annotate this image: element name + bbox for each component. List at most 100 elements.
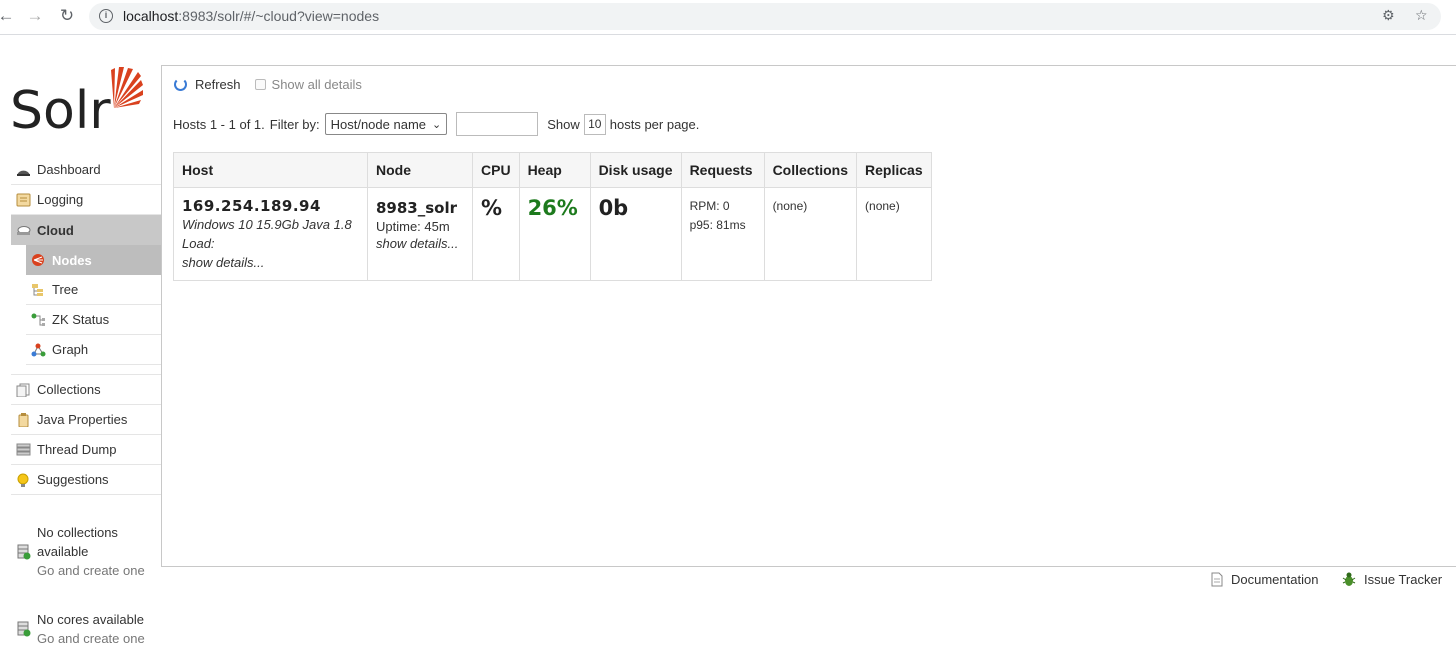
sidebar-item-logging[interactable]: Logging bbox=[11, 185, 161, 215]
node-uptime: Uptime: 45m bbox=[376, 219, 450, 234]
collections-cell: (none) bbox=[763, 187, 858, 281]
sidebar-item-label: Suggestions bbox=[37, 472, 109, 487]
replicas-cell: (none) bbox=[856, 187, 932, 281]
sidebar-item-label: Logging bbox=[37, 192, 84, 207]
reload-icon[interactable]: ↻ bbox=[55, 4, 79, 28]
table-row: 169.254.189.94 Windows 10 15.9Gb Java 1.… bbox=[173, 187, 932, 281]
sidebar-item-cloud[interactable]: Cloud bbox=[11, 215, 161, 245]
logging-icon bbox=[16, 193, 31, 207]
heap-cell: 26% bbox=[518, 187, 591, 281]
nodes-toolbar: Refresh Show all details bbox=[174, 77, 362, 92]
requests-rpm: RPM: 0 bbox=[689, 199, 730, 213]
show-label: Show bbox=[547, 116, 580, 132]
sidebar-item-label: Thread Dump bbox=[37, 442, 117, 457]
refresh-icon[interactable] bbox=[174, 78, 187, 91]
create-core-link[interactable]: Go and create one bbox=[37, 629, 161, 648]
sidebar-item-nodes[interactable]: Nodes bbox=[26, 245, 161, 275]
column-header-cpu: CPU bbox=[472, 152, 520, 188]
graph-icon bbox=[31, 343, 46, 357]
hosts-count: Hosts 1 - 1 of 1. bbox=[173, 116, 265, 132]
cpu-cell: % bbox=[472, 187, 520, 281]
url-text[interactable]: localhost:8983/solr/#/~cloud?view=nodes bbox=[123, 8, 379, 24]
sidebar-item-label: Nodes bbox=[52, 252, 92, 268]
sidebar-divider bbox=[11, 365, 161, 375]
hosts-per-page-input[interactable]: 10 bbox=[583, 113, 606, 135]
sidebar-item-label: Collections bbox=[37, 382, 101, 397]
back-icon[interactable]: ← bbox=[0, 4, 18, 28]
forward-icon[interactable]: → bbox=[23, 4, 47, 28]
column-header-host: Host bbox=[173, 152, 368, 188]
column-header-heap: Heap bbox=[518, 152, 591, 188]
no-cores-block: No cores available Go and create one bbox=[11, 610, 161, 648]
filter-type-select[interactable]: Host/node name ⌄ bbox=[324, 113, 448, 135]
column-header-replicas: Replicas bbox=[856, 152, 932, 188]
host-os: Windows 10 15.9Gb Java 1.8 bbox=[182, 217, 352, 232]
cpu-value: % bbox=[481, 196, 503, 220]
refresh-button[interactable]: Refresh bbox=[195, 77, 241, 92]
solr-logo[interactable]: Solr bbox=[10, 64, 145, 141]
sidebar-item-dashboard[interactable]: Dashboard bbox=[11, 155, 161, 185]
bookmark-star-icon[interactable]: ☆ bbox=[1415, 7, 1428, 24]
sidebar: Dashboard Logging Cloud Nodes Tree ZK St… bbox=[11, 155, 161, 495]
dashboard-icon bbox=[16, 163, 31, 177]
filter-by-label: Filter by: bbox=[269, 116, 320, 132]
disk-cell: 0b bbox=[589, 187, 682, 281]
no-cores-text: No cores available bbox=[37, 612, 144, 627]
node-show-details-link[interactable]: show details... bbox=[376, 236, 464, 251]
no-collections-text: No collections bbox=[37, 525, 118, 540]
host-load: Load: bbox=[182, 236, 215, 251]
filter-bar: Hosts 1 - 1 of 1. Filter by: Host/node n… bbox=[173, 112, 699, 136]
host-cell: 169.254.189.94 Windows 10 15.9Gb Java 1.… bbox=[173, 187, 368, 281]
url-host: localhost bbox=[123, 8, 179, 24]
cloud-submenu: Nodes Tree ZK Status Graph bbox=[26, 245, 161, 365]
filter-type-value: Host/node name bbox=[330, 116, 427, 132]
sidebar-item-graph[interactable]: Graph bbox=[26, 335, 161, 365]
browser-toolbar: ← → ↻ i localhost:8983/solr/#/~cloud?vie… bbox=[0, 0, 1456, 35]
requests-p95: p95: 81ms bbox=[689, 218, 746, 232]
info-icon[interactable]: i bbox=[99, 9, 113, 23]
documentation-link[interactable]: Documentation bbox=[1211, 572, 1318, 587]
show-all-details-label[interactable]: Show all details bbox=[272, 77, 362, 92]
host-show-details-link[interactable]: show details... bbox=[182, 253, 359, 272]
chevron-down-icon: ⌄ bbox=[432, 118, 442, 131]
column-header-disk-usage: Disk usage bbox=[589, 152, 682, 188]
sidebar-item-collections[interactable]: Collections bbox=[11, 375, 161, 405]
column-header-requests: Requests bbox=[680, 152, 765, 188]
host-ip: 169.254.189.94 bbox=[182, 197, 321, 215]
nodes-table: Host Node CPU Heap Disk usage Requests C… bbox=[173, 152, 932, 281]
table-header-row: Host Node CPU Heap Disk usage Requests C… bbox=[173, 152, 932, 188]
no-collections-text-2: available bbox=[37, 544, 89, 559]
bug-icon bbox=[1342, 572, 1356, 587]
filter-input[interactable] bbox=[456, 112, 539, 136]
java-properties-icon bbox=[16, 413, 31, 428]
sidebar-item-tree[interactable]: Tree bbox=[26, 275, 161, 305]
database-add-icon bbox=[17, 544, 31, 560]
zk-status-icon bbox=[31, 313, 46, 327]
cloud-icon bbox=[16, 223, 31, 237]
tree-icon bbox=[31, 283, 46, 297]
sidebar-item-zk-status[interactable]: ZK Status bbox=[26, 305, 161, 335]
url-path: :8983/solr/#/~cloud?view=nodes bbox=[178, 8, 380, 24]
sidebar-item-label: Java Properties bbox=[37, 412, 128, 427]
sidebar-item-thread-dump[interactable]: Thread Dump bbox=[11, 435, 161, 465]
nodes-icon bbox=[31, 253, 46, 267]
database-add-icon bbox=[17, 621, 31, 637]
address-bar[interactable]: i localhost:8983/solr/#/~cloud?view=node… bbox=[89, 3, 1441, 30]
solr-logo-graphic: Solr bbox=[10, 67, 143, 141]
requests-cell: RPM: 0 p95: 81ms bbox=[680, 187, 765, 281]
disk-usage-value: 0b bbox=[598, 196, 629, 220]
main-panel: Refresh Show all details Hosts 1 - 1 of … bbox=[161, 65, 1456, 567]
sidebar-item-label: Tree bbox=[52, 282, 79, 297]
sidebar-item-java-properties[interactable]: Java Properties bbox=[11, 405, 161, 435]
translate-icon[interactable]: ⚙ bbox=[1382, 7, 1395, 24]
column-header-collections: Collections bbox=[763, 152, 858, 188]
issue-tracker-label: Issue Tracker bbox=[1364, 572, 1443, 587]
sidebar-item-suggestions[interactable]: Suggestions bbox=[11, 465, 161, 495]
node-name-link[interactable]: 8983_solr bbox=[376, 199, 464, 217]
replicas-value: (none) bbox=[865, 199, 900, 213]
issue-tracker-link[interactable]: Issue Tracker bbox=[1342, 572, 1442, 587]
no-collections-block: No collections available Go and create o… bbox=[11, 523, 161, 580]
create-collection-link[interactable]: Go and create one bbox=[37, 561, 161, 580]
collections-icon bbox=[16, 383, 31, 398]
show-all-details-checkbox[interactable] bbox=[254, 79, 266, 90]
